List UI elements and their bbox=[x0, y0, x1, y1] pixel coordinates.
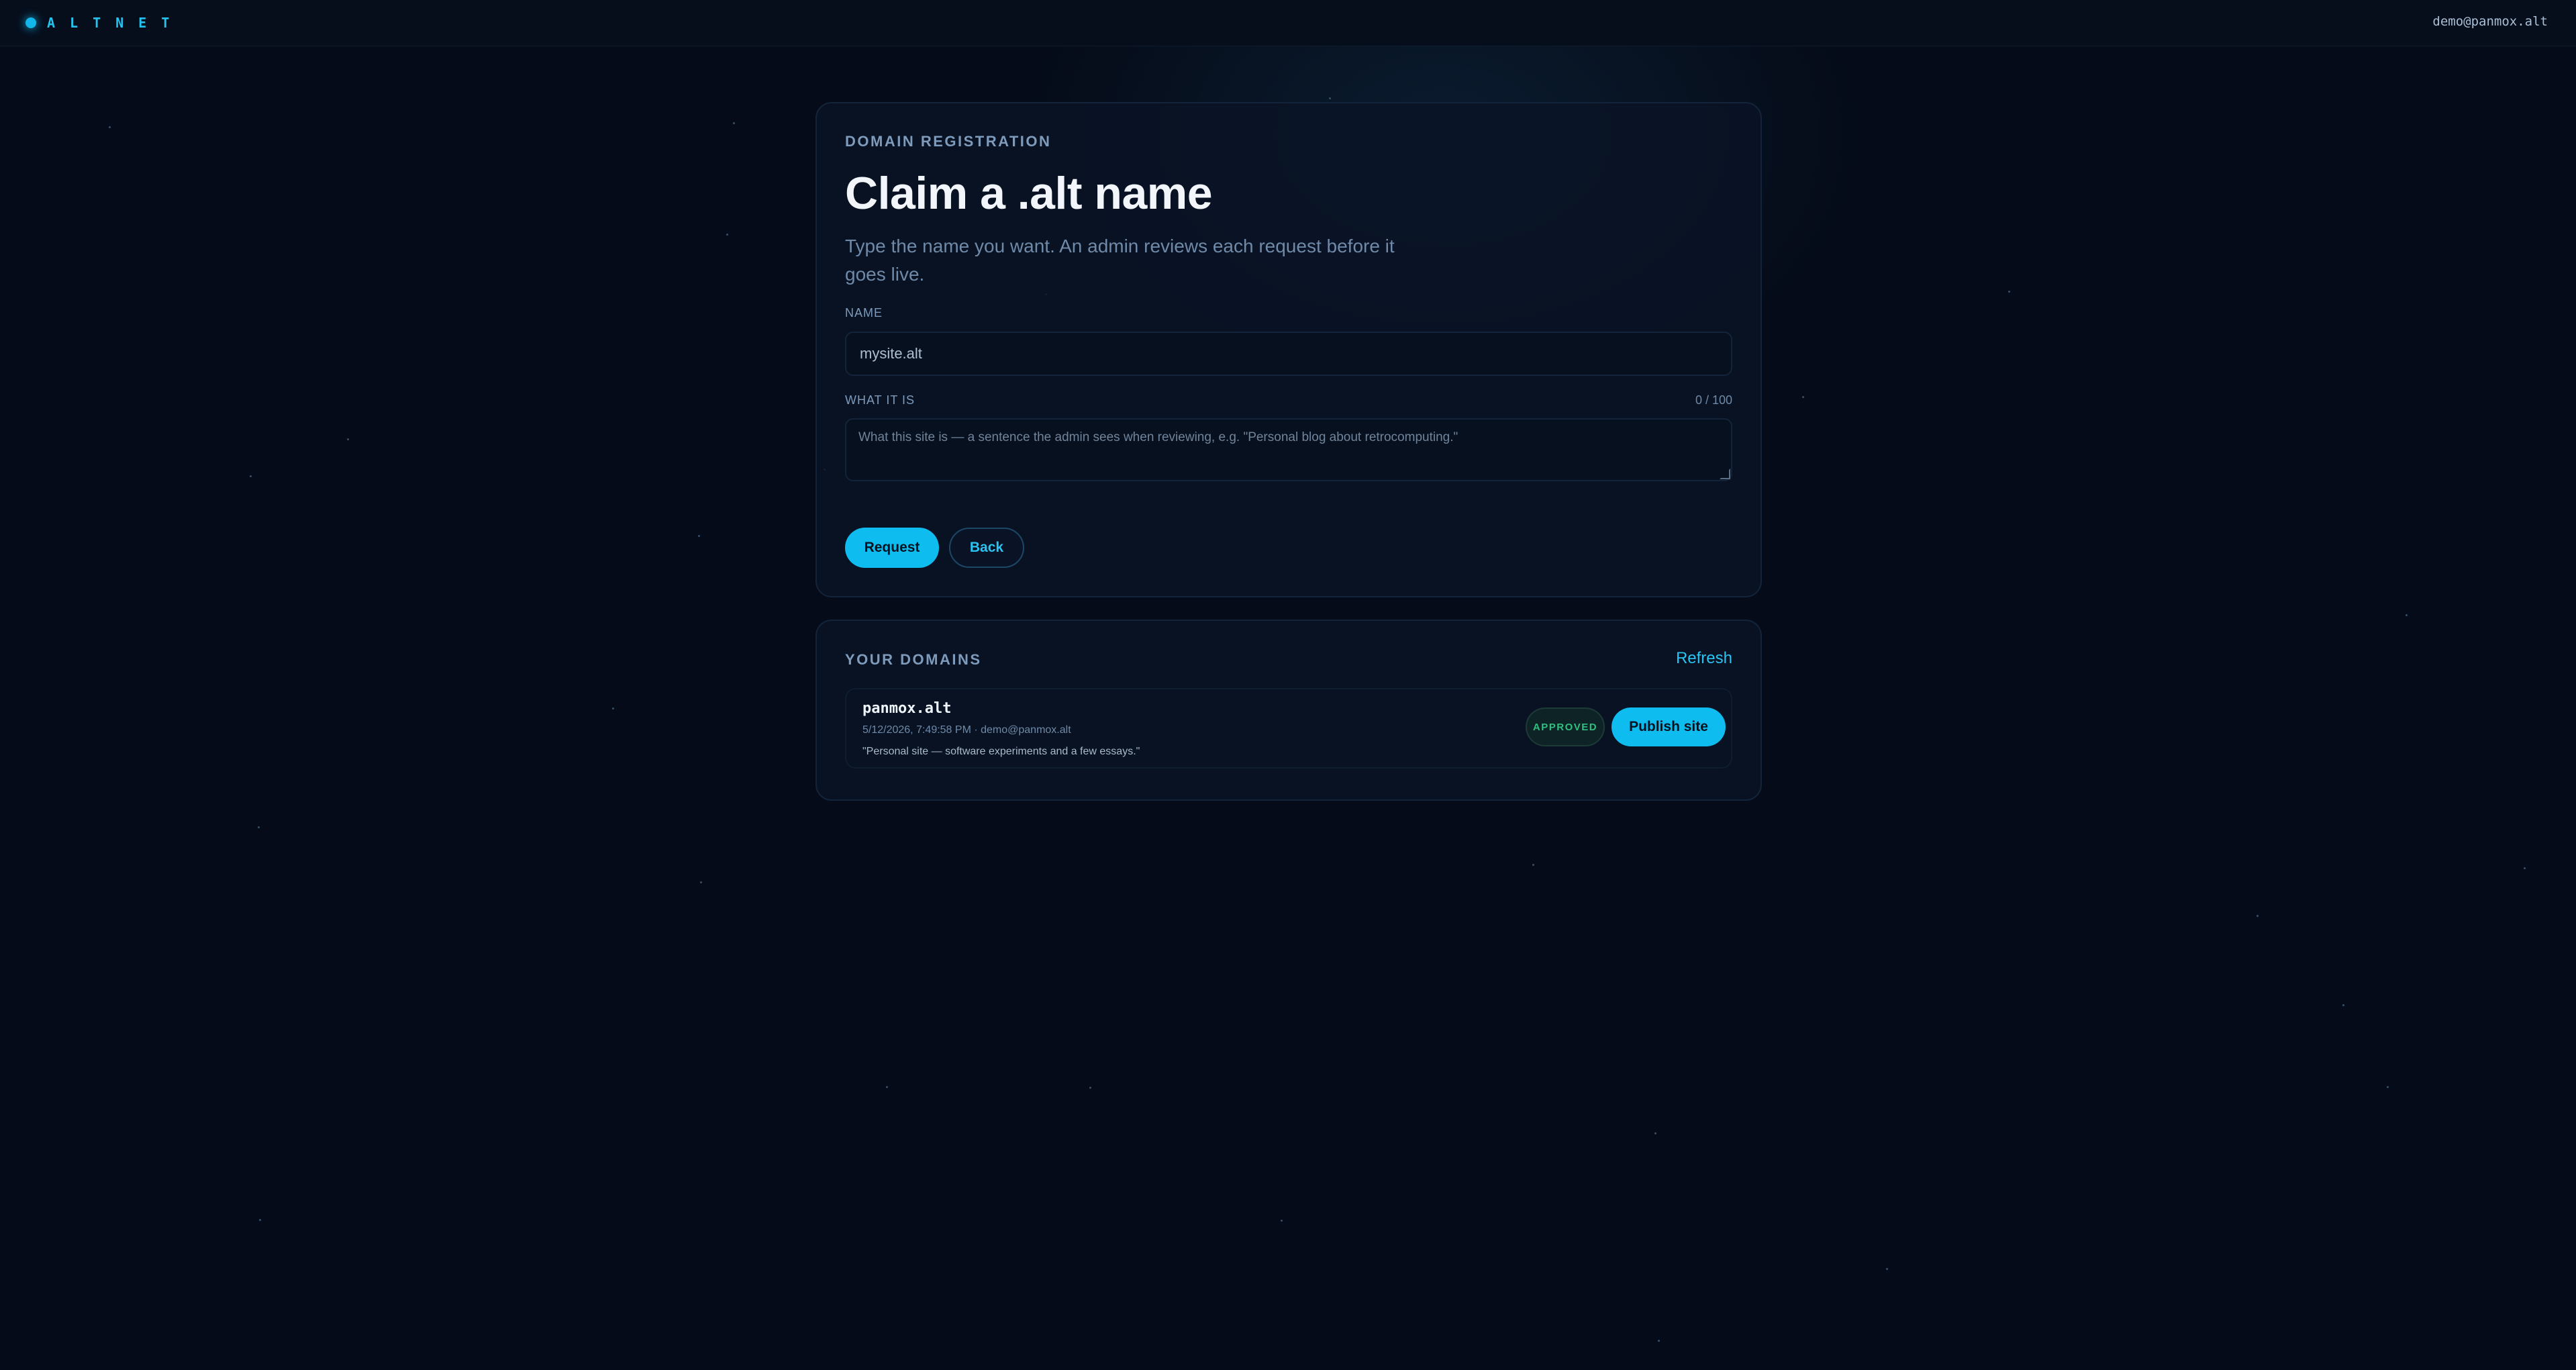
publish-site-button[interactable]: Publish site bbox=[1612, 707, 1726, 746]
section-eyebrow: DOMAIN REGISTRATION bbox=[845, 133, 1052, 150]
domain-name: panmox.alt bbox=[862, 700, 952, 717]
logo[interactable]: ALTNET bbox=[26, 13, 184, 32]
top-bar: ALTNET demo@panmox.alt bbox=[0, 0, 2576, 46]
description-textarea[interactable] bbox=[845, 418, 1732, 481]
page-title: Claim a .alt name bbox=[845, 168, 1213, 219]
description-label: WHAT IT IS bbox=[845, 393, 915, 407]
domains-heading: YOUR DOMAINS bbox=[845, 651, 982, 668]
name-label: NAME bbox=[845, 306, 883, 320]
refresh-button[interactable]: Refresh bbox=[1676, 649, 1732, 668]
status-badge: APPROVED bbox=[1526, 707, 1605, 746]
request-button[interactable]: Request bbox=[845, 528, 939, 568]
logo-text: ALTNET bbox=[47, 15, 185, 31]
name-input[interactable] bbox=[845, 332, 1732, 376]
description-counter: 0 / 100 bbox=[1695, 393, 1732, 407]
back-button[interactable]: Back bbox=[949, 528, 1024, 568]
your-domains-card: YOUR DOMAINS Refresh panmox.alt 5/12/202… bbox=[815, 620, 1762, 801]
page-subtitle: Type the name you want. An admin reviews… bbox=[845, 236, 1395, 285]
domain-list-item: panmox.alt 5/12/2026, 7:49:58 PM · demo@… bbox=[845, 688, 1732, 769]
domain-registration-card: DOMAIN REGISTRATION Claim a .alt name Ty… bbox=[815, 102, 1762, 597]
user-email: demo@panmox.alt bbox=[2432, 14, 2548, 29]
logo-dot-icon bbox=[26, 17, 36, 28]
domain-description: "Personal site — software experiments an… bbox=[862, 746, 1140, 757]
domain-meta: 5/12/2026, 7:49:58 PM · demo@panmox.alt bbox=[862, 724, 1071, 736]
